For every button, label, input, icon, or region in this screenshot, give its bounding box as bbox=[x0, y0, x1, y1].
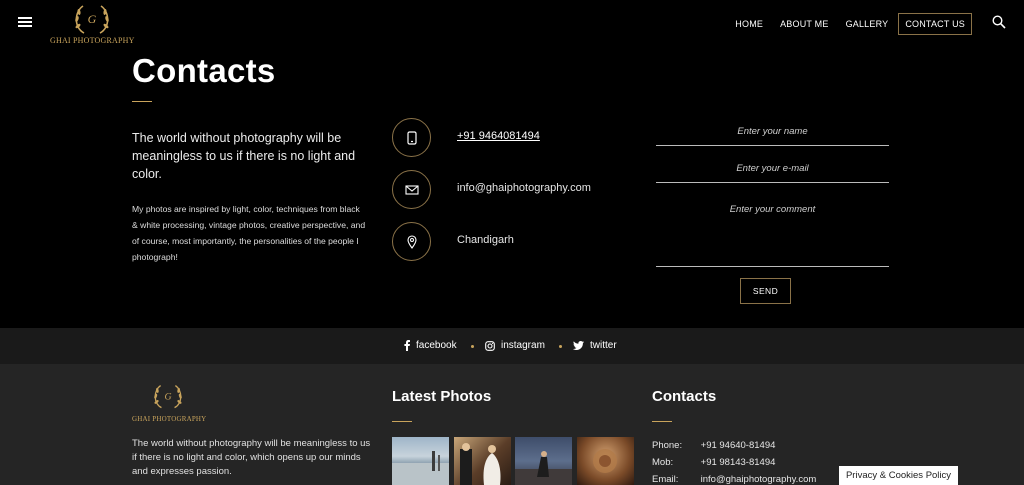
facebook-link[interactable]: facebook bbox=[404, 340, 457, 351]
twitter-icon bbox=[573, 341, 584, 350]
name-input[interactable]: Enter your name bbox=[656, 126, 889, 146]
twitter-label: twitter bbox=[590, 340, 617, 351]
nav-gallery[interactable]: GALLERY bbox=[839, 13, 896, 35]
nav-contact-us[interactable]: CONTACT US bbox=[898, 13, 972, 35]
footer-phone-value[interactable]: +91 94640-81494 bbox=[701, 440, 776, 451]
contact-email: info@ghaiphotography.com bbox=[392, 170, 622, 210]
photo-thumbnail[interactable] bbox=[515, 437, 572, 485]
email-text: info@ghaiphotography.com bbox=[457, 182, 591, 194]
site-header: G GHAI PHOTOGRAPHY HOME ABOUT ME GALLERY… bbox=[0, 0, 1024, 48]
footer-email-label: Email: bbox=[652, 474, 679, 485]
location-text: Chandigarh bbox=[457, 234, 514, 246]
photo-thumbnail[interactable] bbox=[392, 437, 449, 485]
svg-text:G: G bbox=[164, 391, 171, 402]
photo-thumbnail[interactable] bbox=[454, 437, 511, 485]
mail-icon bbox=[392, 170, 431, 209]
footer-phone-row: Phone: +91 94640-81494 bbox=[652, 440, 775, 451]
instagram-icon bbox=[485, 340, 495, 351]
social-bar: facebook instagram twitter bbox=[0, 328, 1024, 364]
description-text: My photos are inspired by light, color, … bbox=[132, 204, 366, 262]
latest-photos-divider bbox=[392, 421, 412, 422]
comment-textarea[interactable]: Enter your comment bbox=[656, 204, 889, 267]
footer-mobile-value[interactable]: +91 98143-81494 bbox=[701, 457, 776, 468]
footer-email-value[interactable]: info@ghaiphotography.com bbox=[701, 474, 817, 485]
separator-dot bbox=[559, 345, 562, 348]
phone-icon bbox=[392, 118, 431, 157]
footer-contacts-divider bbox=[652, 421, 672, 422]
footer-mobile-row: Mob: +91 98143-81494 bbox=[652, 457, 775, 468]
hamburger-menu-icon[interactable] bbox=[18, 17, 32, 29]
laurel-wreath-icon: G bbox=[75, 5, 109, 34]
footer-logo[interactable]: G GHAI PHOTOGRAPHY bbox=[132, 382, 207, 423]
page-title: Contacts bbox=[132, 52, 276, 89]
search-icon[interactable] bbox=[992, 15, 1006, 29]
svg-text:G: G bbox=[88, 12, 97, 26]
nav-home[interactable]: HOME bbox=[728, 13, 770, 35]
site-logo[interactable]: G GHAI PHOTOGRAPHY bbox=[50, 2, 134, 46]
footer-contacts-heading: Contacts bbox=[652, 388, 717, 405]
footer-phone-label: Phone: bbox=[652, 440, 683, 451]
send-button[interactable]: SEND bbox=[740, 278, 791, 304]
photo-thumbnail[interactable] bbox=[577, 437, 634, 485]
phone-link[interactable]: +91 9464081494 bbox=[457, 130, 540, 142]
title-divider bbox=[132, 101, 152, 102]
logo-text: GHAI PHOTOGRAPHY bbox=[50, 36, 135, 45]
email-input[interactable]: Enter your e-mail bbox=[656, 163, 889, 183]
instagram-link[interactable]: instagram bbox=[485, 340, 545, 351]
latest-photos-heading: Latest Photos bbox=[392, 388, 492, 405]
privacy-policy-button[interactable]: Privacy & Cookies Policy bbox=[839, 466, 958, 485]
facebook-icon bbox=[404, 340, 410, 351]
main-nav: HOME ABOUT ME GALLERY CONTACT US bbox=[725, 13, 972, 35]
laurel-wreath-icon: G bbox=[154, 385, 182, 409]
lead-text: The world without photography will be me… bbox=[132, 131, 356, 181]
footer-mobile-label: Mob: bbox=[652, 457, 674, 468]
footer-email-row: Email: info@ghaiphotography.com bbox=[652, 474, 816, 485]
contact-phone: +91 9464081494 bbox=[392, 118, 622, 158]
separator-dot bbox=[471, 345, 474, 348]
nav-about-me[interactable]: ABOUT ME bbox=[773, 13, 835, 35]
footer-text: The world without photography will be me… bbox=[132, 438, 371, 477]
footer-logo-text: GHAI PHOTOGRAPHY bbox=[132, 415, 207, 423]
twitter-link[interactable]: twitter bbox=[573, 340, 617, 351]
instagram-label: instagram bbox=[501, 340, 545, 351]
location-pin-icon bbox=[392, 222, 431, 261]
facebook-label: facebook bbox=[416, 340, 457, 351]
contact-location: Chandigarh bbox=[392, 222, 622, 262]
